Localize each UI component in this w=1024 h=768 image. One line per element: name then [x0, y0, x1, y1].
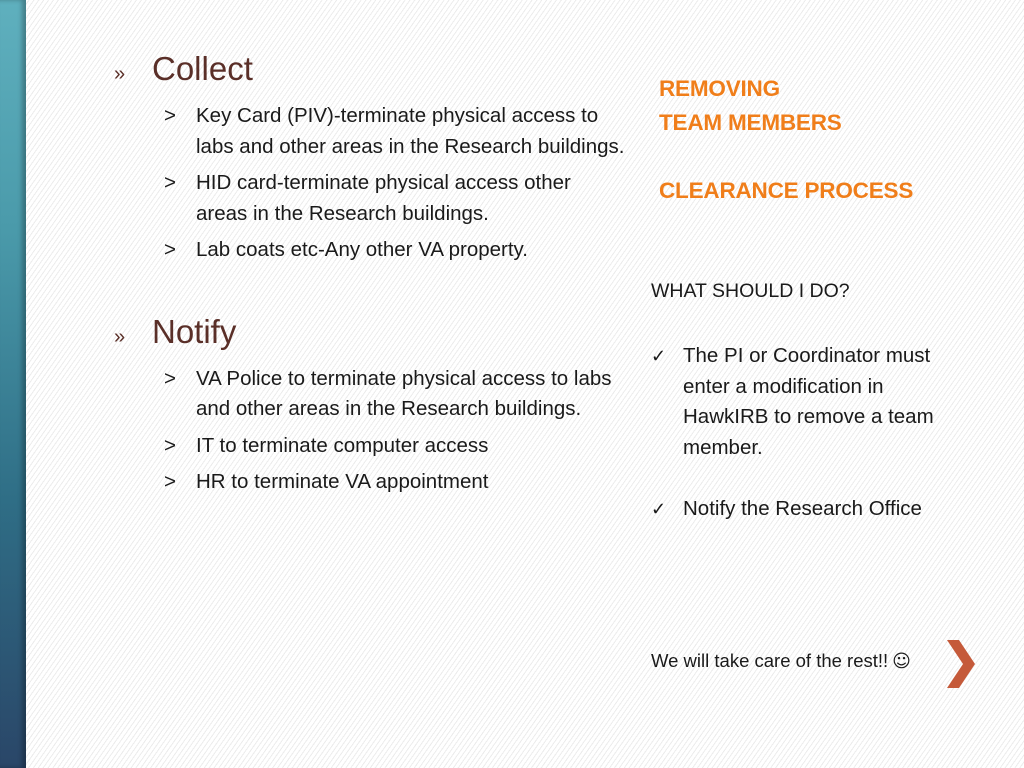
- arrow-bullet-icon: >: [164, 366, 176, 390]
- smiley-face-icon: ☺: [892, 651, 911, 672]
- checklist-item-text: The PI or Coordinator must enter a modif…: [683, 344, 934, 459]
- list-item: > IT to terminate computer access: [164, 431, 632, 462]
- section-notify: » Notify > VA Police to terminate physic…: [112, 313, 632, 498]
- slide-title-line-1: REMOVING: [659, 76, 780, 101]
- list-item: > HID card-terminate physical access oth…: [164, 168, 632, 229]
- arrow-bullet-icon: >: [164, 104, 176, 127]
- double-chevron-bullet-icon: »: [114, 325, 126, 348]
- section-collect: » Collect > Key Card (PIV)-terminate phy…: [112, 50, 632, 266]
- slide-title-line-2: TEAM MEMBERS: [659, 110, 842, 135]
- arrow-bullet-icon: >: [164, 238, 176, 261]
- list-item-text: VA Police to terminate physical access t…: [196, 366, 612, 421]
- closing-message: We will take care of the rest!! ☺: [651, 650, 911, 672]
- next-slide-chevron-icon[interactable]: [945, 640, 975, 688]
- checklist-item-text: Notify the Research Office: [683, 497, 922, 520]
- chevron-shape: [947, 640, 975, 688]
- list-item-text: Key Card (PIV)-terminate physical access…: [196, 104, 625, 158]
- checklist: ✓ The PI or Coordinator must enter a mod…: [651, 341, 991, 525]
- double-chevron-bullet-icon: »: [114, 63, 126, 85]
- list-item-text: IT to terminate computer access: [196, 433, 489, 457]
- right-column: REMOVING TEAM MEMBERS CLEARANCE PROCESS …: [651, 72, 991, 556]
- closing-text: We will take care of the rest!!: [651, 650, 889, 671]
- sub-list: > VA Police to terminate physical access…: [164, 364, 632, 498]
- list-item: > Lab coats etc-Any other VA property.: [164, 235, 632, 266]
- list-item-text: HR to terminate VA appointment: [196, 470, 489, 493]
- section-title: Collect: [152, 50, 253, 87]
- list-item: > VA Police to terminate physical access…: [164, 364, 632, 425]
- checkmark-icon: ✓: [651, 499, 667, 519]
- list-item: > Key Card (PIV)-terminate physical acce…: [164, 101, 632, 162]
- checklist-item: ✓ Notify the Research Office: [651, 494, 991, 525]
- left-column: » Collect > Key Card (PIV)-terminate phy…: [112, 50, 632, 504]
- section-title: Notify: [152, 312, 237, 350]
- list-item-text: HID card-terminate physical access other…: [196, 171, 571, 225]
- list-item: > HR to terminate VA appointment: [164, 467, 632, 498]
- checklist-item: ✓ The PI or Coordinator must enter a mod…: [651, 341, 991, 463]
- checkmark-icon: ✓: [651, 346, 667, 366]
- sub-list: > Key Card (PIV)-terminate physical acce…: [164, 101, 632, 266]
- list-item-text: Lab coats etc-Any other VA property.: [196, 238, 528, 261]
- arrow-bullet-icon: >: [164, 171, 176, 194]
- decorative-side-bar: [0, 0, 26, 768]
- arrow-bullet-icon: >: [164, 470, 176, 493]
- slide-subtitle: CLEARANCE PROCESS: [659, 178, 914, 203]
- question-heading: WHAT SHOULD I DO?: [651, 280, 850, 302]
- arrow-bullet-icon: >: [164, 433, 176, 457]
